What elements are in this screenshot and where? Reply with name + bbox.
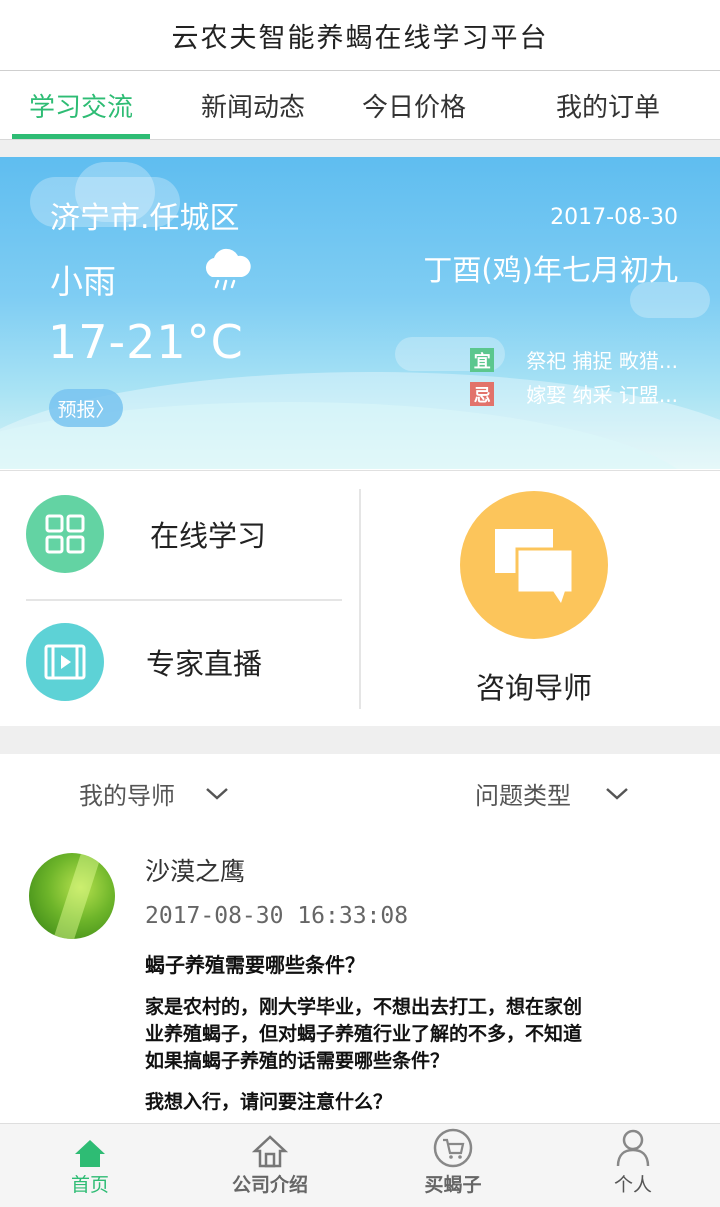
post-body-line: 如果搞蝎子养殖的话需要哪些条件？ — [145, 1050, 450, 1072]
forecast-button[interactable]: 预报〉 — [49, 389, 123, 427]
tutor-filter-dropdown[interactable]: 我的导师 — [79, 776, 229, 811]
question-type-filter-label: 问题类型 — [475, 782, 571, 810]
almanac-suitable-row: 宜 祭祀 捕捉 畋猎... — [470, 345, 678, 374]
almanac-avoid-row: 忌 嫁娶 纳采 订盟... — [470, 379, 678, 408]
chevron-down-icon — [206, 787, 228, 800]
post-question-title[interactable]: 蝎子养殖需要哪些条件？ — [145, 949, 365, 978]
tab-study-exchange[interactable]: 学习交流 — [12, 71, 150, 139]
online-learning-entry[interactable]: 在线学习 — [26, 495, 266, 573]
nav-company-label: 公司介绍 — [231, 1174, 308, 1196]
video-icon — [26, 623, 104, 701]
post-body-line: 业养殖蝎子，但对蝎子养殖行业了解的不多，不知道 — [145, 1023, 583, 1045]
weather-city: 济宁市.任城区 — [50, 201, 240, 236]
nav-home[interactable]: 首页 — [0, 1124, 180, 1207]
consult-tutor-label: 咨询导师 — [475, 671, 592, 705]
bottom-navigation: 首页 公司介绍 买蝎子 个人 — [0, 1123, 720, 1207]
post-body: 家是农村的，刚大学毕业，不想出去打工，想在家创 业养殖蝎子，但对蝎子养殖行业了解… — [145, 994, 655, 1075]
top-tabs: 学习交流 新闻动态 今日价格 我的订单 — [0, 71, 720, 140]
rain-cloud-icon — [200, 247, 252, 297]
user-avatar[interactable] — [29, 853, 115, 939]
nav-home-label: 首页 — [70, 1174, 109, 1196]
post-username[interactable]: 沙漠之鹰 — [145, 852, 245, 888]
weather-card: 济宁市.任城区 小雨 17-21°C 预报〉 2017-08-30 丁酉(鸡)年… — [0, 157, 720, 469]
question-filters: 我的导师 问题类型 — [0, 754, 720, 834]
feature-divider-vertical — [359, 489, 361, 709]
suitable-badge: 宜 — [470, 347, 495, 372]
tutor-filter-label: 我的导师 — [79, 782, 175, 810]
nav-buy-scorpion-label: 买蝎子 — [424, 1174, 482, 1196]
lunar-date: 丁酉(鸡)年七月初九 — [423, 253, 678, 287]
feature-section: 在线学习 专家直播 咨询导师 — [0, 470, 720, 727]
app-title: 云农夫智能养蝎在线学习平台 — [171, 22, 549, 54]
tab-news[interactable]: 新闻动态 — [180, 71, 326, 139]
nav-personal-label: 个人 — [613, 1174, 652, 1196]
nav-buy-scorpion[interactable]: 买蝎子 — [363, 1124, 543, 1207]
active-tab-indicator — [12, 134, 150, 139]
nav-personal[interactable]: 个人 — [543, 1124, 720, 1207]
expert-live-entry[interactable]: 专家直播 — [26, 623, 262, 701]
company-icon — [252, 1135, 288, 1168]
question-type-filter-dropdown[interactable]: 问题类型 — [475, 776, 629, 811]
home-icon — [75, 1140, 105, 1167]
avoid-badge: 忌 — [470, 381, 495, 406]
tab-today-price[interactable]: 今日价格 — [340, 71, 488, 139]
post-timestamp: 2017-08-30 16:33:08 — [145, 903, 409, 929]
feature-divider — [26, 599, 342, 601]
weather-condition: 小雨 — [50, 262, 116, 301]
app-title-bar: 云农夫智能养蝎在线学习平台 — [0, 0, 720, 71]
person-icon — [616, 1129, 650, 1167]
post-body-line: 家是农村的，刚大学毕业，不想出去打工，想在家创 — [145, 996, 583, 1018]
section-divider — [0, 140, 720, 157]
nav-company[interactable]: 公司介绍 — [180, 1124, 360, 1207]
cart-icon — [433, 1128, 473, 1168]
grid-icon — [26, 495, 104, 573]
section-divider — [0, 726, 720, 754]
expert-live-label: 专家直播 — [146, 647, 263, 681]
weather-date: 2017-08-30 — [550, 205, 678, 230]
chevron-down-icon — [606, 787, 628, 800]
suitable-activities: 祭祀 捕捉 畋猎... — [526, 349, 678, 373]
post-extra-line: 我想入行，请问要注意什么？ — [145, 1091, 393, 1113]
avoid-activities: 嫁娶 纳采 订盟... — [526, 383, 678, 407]
tab-my-orders[interactable]: 我的订单 — [530, 71, 686, 139]
chat-bubbles-icon — [460, 491, 608, 639]
weather-temperature: 17-21°C — [48, 315, 244, 369]
consult-tutor-entry[interactable]: 咨询导师 — [460, 491, 608, 707]
online-learning-label: 在线学习 — [150, 519, 267, 553]
